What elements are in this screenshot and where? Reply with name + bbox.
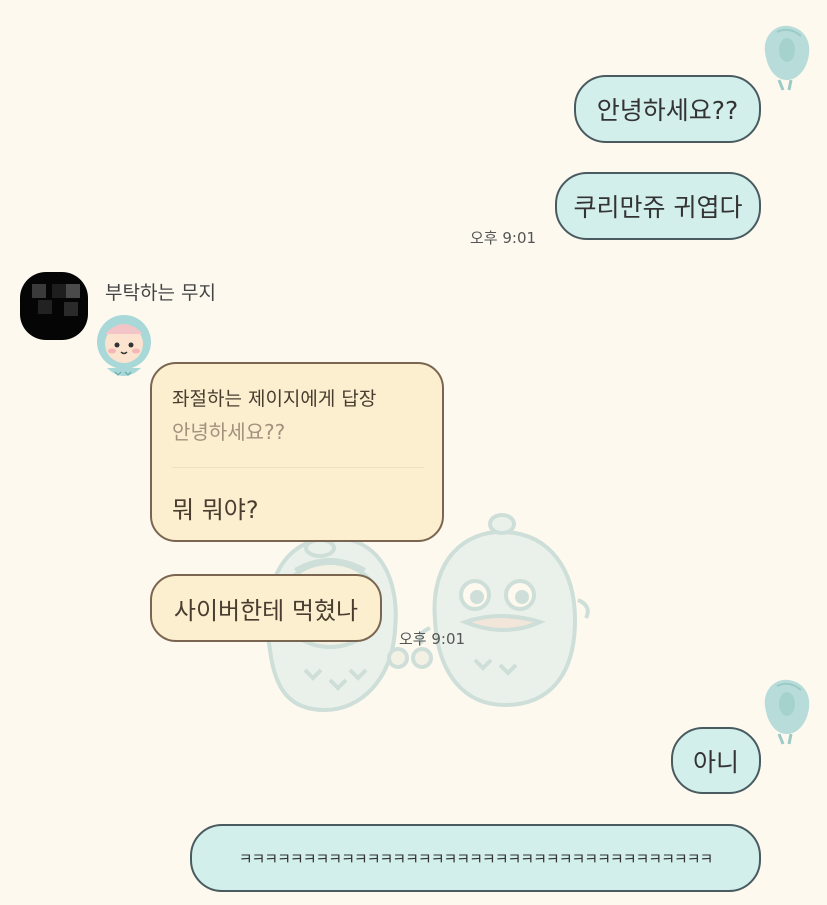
my-message-bubble[interactable]: ㅋㅋㅋㅋㅋㅋㅋㅋㅋㅋㅋㅋㅋㅋㅋㅋㅋㅋㅋㅋㅋㅋㅋㅋㅋㅋㅋㅋㅋㅋㅋㅋㅋㅋㅋㅋㅋ [190,824,761,892]
sender-name: 부탁하는 무지 [105,282,216,304]
avatar-pixel [52,284,66,298]
reply-quoted-text: 안녕하세요?? [172,420,286,444]
my-profile-icon[interactable] [757,22,817,92]
sender-avatar[interactable] [20,272,88,340]
my-profile-icon[interactable] [757,676,817,746]
reply-divider [172,467,424,468]
message-text: 안녕하세요?? [596,96,739,125]
message-timestamp: 오후 9:01 [470,229,537,247]
reply-message-bubble[interactable]: 좌절하는 제이지에게 답장 안녕하세요?? 뭐 뭐야? [150,362,444,542]
avatar-pixel [66,284,80,298]
my-message-bubble[interactable]: 아니 [671,727,761,794]
reply-header: 좌절하는 제이지에게 답장 [172,388,377,410]
message-text: 사이버한테 먹혔나 [173,596,359,625]
message-text: ㅋㅋㅋㅋㅋㅋㅋㅋㅋㅋㅋㅋㅋㅋㅋㅋㅋㅋㅋㅋㅋㅋㅋㅋㅋㅋㅋㅋㅋㅋㅋㅋㅋㅋㅋㅋㅋ [238,849,714,868]
avatar-pixel [64,302,78,316]
avatar-pixel [38,300,52,314]
avatar-pixel [32,284,46,298]
message-text: 아니 [692,747,739,777]
their-message-bubble[interactable]: 사이버한테 먹혔나 [150,574,382,642]
reply-text: 뭐 뭐야? [172,496,259,524]
my-message-bubble[interactable]: 쿠리만쥬 귀엽다 [555,172,761,240]
message-timestamp: 오후 9:01 [399,630,466,648]
pink-hooded-character-icon [97,315,151,376]
my-message-bubble[interactable]: 안녕하세요?? [574,75,761,143]
message-text: 쿠리만쥬 귀엽다 [573,193,743,222]
